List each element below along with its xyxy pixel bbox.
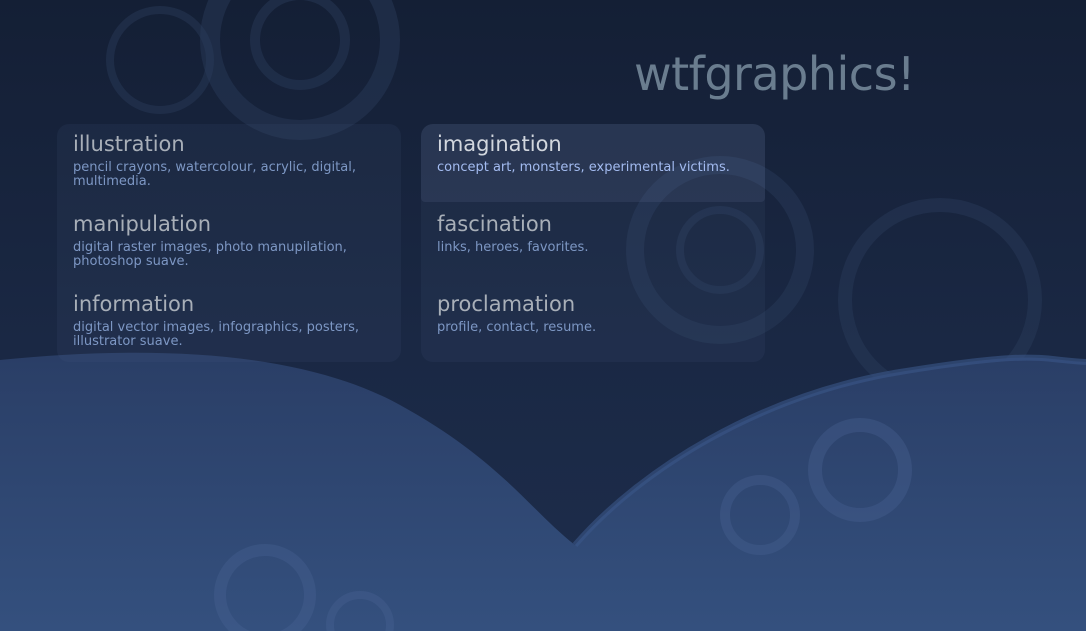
nav-heading: imagination [437, 132, 562, 156]
nav-heading: proclamation [437, 292, 576, 316]
nav-link-illustration[interactable]: illustration pencil crayons, watercolour… [73, 131, 393, 189]
nav-description: concept art, monsters, experimental vict… [437, 160, 730, 175]
nav-description: digital vector images, infographics, pos… [73, 320, 359, 349]
nav-link-manipulation[interactable]: manipulation digital raster images, phot… [73, 211, 393, 269]
nav-heading: fascination [437, 212, 552, 236]
nav-heading: illustration [73, 132, 185, 156]
nav-description: pencil crayons, watercolour, acrylic, di… [73, 160, 356, 189]
nav-description: profile, contact, resume. [437, 320, 597, 335]
nav-link-proclamation[interactable]: proclamation profile, contact, resume. [437, 291, 757, 335]
nav-description: links, heroes, favorites. [437, 240, 589, 255]
nav-link-information[interactable]: information digital vector images, infog… [73, 291, 393, 349]
nav-link-imagination[interactable]: imagination concept art, monsters, exper… [437, 131, 757, 175]
nav-heading: manipulation [73, 212, 212, 236]
nav-link-fascination[interactable]: fascination links, heroes, favorites. [437, 211, 757, 255]
site-title: wtfgraphics! [634, 47, 915, 101]
nav-heading: information [73, 292, 195, 316]
nav-description: digital raster images, photo manupilatio… [73, 240, 347, 269]
